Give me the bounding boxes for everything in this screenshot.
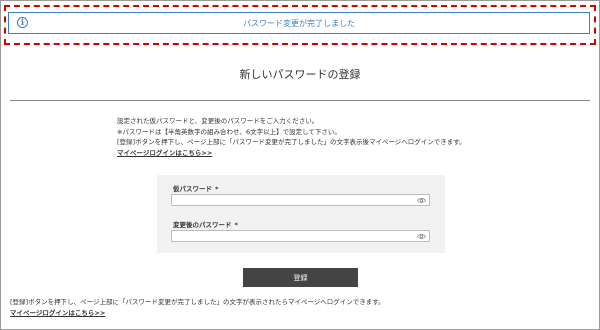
footer-note: [登録]ボタンを押下し、ページ上部に「パスワード変更が完了しました」の文字が表示…: [10, 297, 590, 318]
instruction-line: [登録]ボタンを押下し、ページ上部に「パスワード変更が完了しました」の文字表示後…: [117, 138, 466, 146]
mypage-login-link[interactable]: マイページログインはこちら>>: [117, 149, 212, 157]
required-mark: *: [234, 221, 238, 229]
footer-mypage-login-link[interactable]: マイページログインはこちら>>: [10, 309, 105, 317]
new-password-label: 変更後のパスワード *: [173, 221, 238, 229]
footer-text: [登録]ボタンを押下し、ページ上部に「パスワード変更が完了しました」の文字が表示…: [10, 298, 385, 306]
instruction-line: 設定された仮パスワードと、変更後のパスワードをご入力ください。: [117, 117, 319, 125]
new-password-input[interactable]: [171, 230, 430, 242]
required-mark: *: [215, 185, 219, 193]
temp-password-input[interactable]: [171, 194, 430, 206]
instruction-line: ※パスワードは【半角英数字の組み合わせ、6文字以上】で設定して下さい。: [117, 127, 341, 136]
success-banner: i パスワード変更が完了しました: [8, 12, 590, 34]
banner-message: パスワード変更が完了しました: [243, 18, 355, 28]
eye-icon[interactable]: [417, 197, 426, 204]
temp-password-label: 仮パスワード *: [173, 185, 219, 193]
info-icon: i: [17, 17, 28, 28]
password-form: 仮パスワード * 変更後のパスワード *: [157, 175, 445, 253]
register-button[interactable]: 登録: [243, 268, 358, 287]
page-title: 新しいパスワードの登録: [239, 68, 361, 81]
eye-icon[interactable]: [417, 233, 426, 240]
divider: [10, 100, 590, 101]
instructions: 設定された仮パスワードと、変更後のパスワードをご入力ください。 ※パスワードは【…: [117, 116, 587, 158]
